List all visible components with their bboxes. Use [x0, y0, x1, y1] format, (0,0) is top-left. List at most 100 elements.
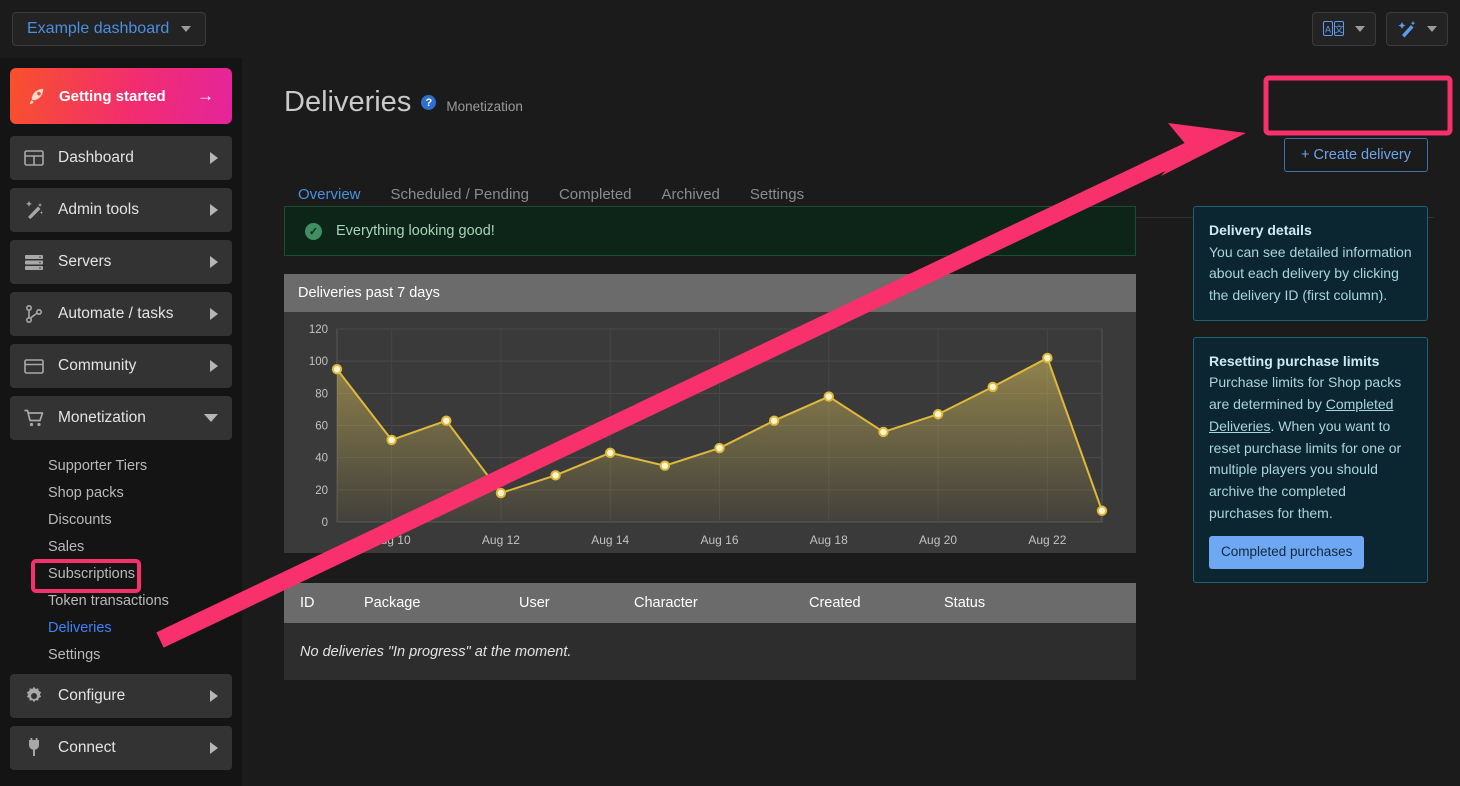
sidebar-item-label: Configure [58, 687, 125, 705]
chevron-right-icon [210, 360, 218, 372]
theme-button[interactable] [1386, 12, 1448, 46]
info-card-title: Delivery details [1209, 220, 1412, 242]
sidebar-item-community[interactable]: Community [10, 344, 232, 388]
sidebar-item-label: Admin tools [58, 201, 139, 219]
monetization-submenu: Supporter Tiers Shop packs Discounts Sal… [10, 448, 232, 674]
submenu-item-supporter-tiers[interactable]: Supporter Tiers [10, 452, 232, 479]
svg-text:Aug 18: Aug 18 [810, 533, 848, 547]
submenu-item-settings[interactable]: Settings [10, 641, 232, 668]
create-delivery-button[interactable]: + Create delivery [1284, 138, 1428, 172]
svg-text:100: 100 [309, 356, 328, 368]
chart-canvas: 020406080100120Aug 10Aug 12Aug 14Aug 16A… [284, 312, 1136, 553]
help-icon[interactable]: ? [421, 95, 436, 110]
sidebar-item-label: Monetization [58, 409, 146, 427]
sidebar-item-connect[interactable]: Connect [10, 726, 232, 770]
magic-wand-icon [24, 200, 44, 220]
sidebar-item-label: Community [58, 357, 136, 375]
chevron-right-icon [210, 152, 218, 164]
svg-text:80: 80 [315, 388, 328, 400]
svg-text:Aug 12: Aug 12 [482, 533, 520, 547]
sidebar-item-automate-tasks[interactable]: Automate / tasks [10, 292, 232, 336]
table-col-id: ID [284, 595, 364, 611]
sidebar-item-dashboard[interactable]: Dashboard [10, 136, 232, 180]
submenu-item-deliveries[interactable]: Deliveries [10, 614, 232, 641]
svg-text:60: 60 [315, 421, 328, 433]
svg-text:Aug 20: Aug 20 [919, 533, 957, 547]
dashboard-selector-label: Example dashboard [27, 20, 169, 38]
sidebar-item-label: Servers [58, 253, 111, 271]
chevron-right-icon [210, 308, 218, 320]
getting-started-label: Getting started [59, 88, 166, 105]
table-header-row: ID Package User Character Created Status [284, 583, 1136, 623]
submenu-item-sales[interactable]: Sales [10, 533, 232, 560]
server-stack-icon [24, 252, 44, 272]
svg-text:120: 120 [309, 324, 328, 336]
check-circle-icon: ✓ [305, 223, 322, 240]
svg-text:A: A [1325, 25, 1331, 35]
chevron-right-icon [210, 742, 218, 754]
window-icon [24, 356, 44, 376]
submenu-item-subscriptions[interactable]: Subscriptions [10, 560, 232, 587]
status-banner-text: Everything looking good! [336, 223, 495, 239]
chevron-down-icon [1355, 26, 1365, 32]
grid-icon [24, 148, 44, 168]
sidebar: Getting started → Dashboard Admin tools [0, 58, 242, 786]
table-empty-message: No deliveries "In progress" at the momen… [284, 623, 1136, 680]
sidebar-item-configure[interactable]: Configure [10, 674, 232, 718]
top-bar: Example dashboard A 文 [0, 0, 1460, 58]
table-col-user: User [519, 595, 634, 611]
content-column: ✓ Everything looking good! Deliveries pa… [284, 206, 1136, 680]
svg-text:Aug 22: Aug 22 [1028, 533, 1066, 547]
rocket-icon [28, 87, 47, 106]
deliveries-table: ID Package User Character Created Status… [284, 583, 1136, 680]
sidebar-item-monetization[interactable]: Monetization [10, 396, 232, 440]
table-col-created: Created [809, 595, 944, 611]
chart-title: Deliveries past 7 days [284, 274, 1136, 312]
getting-started-button[interactable]: Getting started → [10, 68, 232, 124]
submenu-item-token-transactions[interactable]: Token transactions [10, 587, 232, 614]
plug-icon [24, 738, 44, 758]
dashboard-selector[interactable]: Example dashboard [12, 12, 206, 46]
chevron-right-icon [210, 204, 218, 216]
info-rail: Delivery details You can see detailed in… [1193, 206, 1428, 599]
page-title: Deliveries [284, 86, 411, 119]
info-card-delivery-details: Delivery details You can see detailed in… [1193, 206, 1428, 321]
sidebar-item-servers[interactable]: Servers [10, 240, 232, 284]
svg-text:文: 文 [1334, 24, 1343, 35]
submenu-item-shop-packs[interactable]: Shop packs [10, 479, 232, 506]
svg-text:Aug 10: Aug 10 [373, 533, 411, 547]
git-branch-icon [24, 304, 44, 324]
page-header: Deliveries ? Monetization [284, 86, 523, 119]
table-col-package: Package [364, 595, 519, 611]
breadcrumb-category: Monetization [446, 99, 523, 114]
sidebar-item-admin-tools[interactable]: Admin tools [10, 188, 232, 232]
sidebar-item-label: Automate / tasks [58, 305, 173, 323]
create-delivery-wrap: + Create delivery [1284, 138, 1428, 172]
translate-icon: A 文 [1323, 21, 1345, 37]
sidebar-item-label: Dashboard [58, 149, 134, 167]
gear-icon [24, 686, 44, 706]
sidebar-item-label: Connect [58, 739, 116, 757]
submenu-item-discounts[interactable]: Discounts [10, 506, 232, 533]
svg-text:20: 20 [315, 485, 328, 497]
chart-panel: Deliveries past 7 days 020406080100120Au… [284, 274, 1136, 553]
chevron-down-icon [204, 414, 218, 422]
info-card-title: Resetting purchase limits [1209, 351, 1412, 373]
deliveries-line-chart: 020406080100120Aug 10Aug 12Aug 14Aug 16A… [284, 312, 1136, 553]
chevron-down-icon [1427, 26, 1437, 32]
chevron-right-icon [210, 690, 218, 702]
status-banner: ✓ Everything looking good! [284, 206, 1136, 256]
translate-button[interactable]: A 文 [1312, 12, 1376, 46]
svg-text:0: 0 [322, 517, 328, 529]
table-col-status: Status [944, 595, 1064, 611]
completed-purchases-button[interactable]: Completed purchases [1209, 536, 1364, 569]
main-content: Deliveries ? Monetization + Create deliv… [242, 58, 1460, 786]
info-card-body: You can see detailed information about e… [1209, 244, 1412, 303]
arrow-right-icon: → [197, 86, 214, 106]
shopping-cart-icon [24, 408, 44, 428]
chevron-down-icon [181, 26, 191, 32]
svg-text:Aug 16: Aug 16 [700, 533, 738, 547]
magic-wand-icon [1397, 20, 1417, 38]
table-col-character: Character [634, 595, 809, 611]
svg-text:Aug 14: Aug 14 [591, 533, 629, 547]
